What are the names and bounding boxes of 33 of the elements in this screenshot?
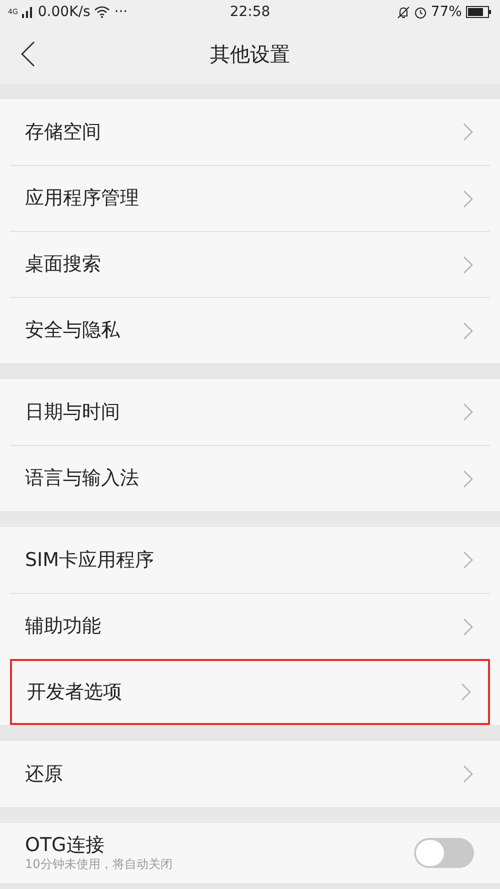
toggle-switch[interactable]	[414, 838, 474, 868]
chevron-right-icon	[463, 551, 473, 569]
chevron-right-icon	[461, 683, 471, 701]
settings-item[interactable]: 存储空间	[10, 99, 490, 165]
settings-item[interactable]: 语言与输入法	[10, 445, 490, 511]
clock: 22:58	[228, 2, 272, 22]
alarm-clock-icon	[414, 6, 427, 18]
settings-item[interactable]: 辅助功能	[10, 593, 490, 659]
battery-icon	[466, 6, 492, 18]
page-title: 其他设置	[210, 41, 290, 68]
settings-item[interactable]: 桌面搜索	[10, 231, 490, 297]
chevron-right-icon	[463, 618, 473, 636]
more-indicator: ···	[114, 2, 128, 22]
chevron-right-icon	[463, 322, 473, 340]
settings-item[interactable]: SIM卡应用程序	[10, 527, 490, 593]
battery-percent: 77%	[430, 2, 462, 22]
settings-item[interactable]: 开发者选项	[10, 659, 490, 725]
setting-description: 10分钟未使用，将自动关闭	[25, 857, 172, 872]
muted-bell-icon	[396, 6, 410, 18]
chevron-right-icon	[463, 256, 473, 274]
settings-item[interactable]: 安全与隐私	[10, 297, 490, 363]
chevron-right-icon	[463, 403, 473, 421]
back-icon	[21, 41, 35, 67]
settings-item[interactable]: 日期与时间	[10, 379, 490, 445]
chevron-right-icon	[463, 765, 473, 783]
signal-icon	[22, 6, 34, 18]
setting-label: OTG连接	[25, 834, 106, 858]
chevron-right-icon	[463, 190, 473, 208]
settings-item[interactable]: 应用程序管理	[10, 165, 490, 231]
wifi-icon	[94, 6, 110, 18]
chevron-right-icon	[463, 123, 473, 141]
network-speed: 0.00K/s	[38, 2, 90, 22]
chevron-right-icon	[463, 470, 473, 488]
